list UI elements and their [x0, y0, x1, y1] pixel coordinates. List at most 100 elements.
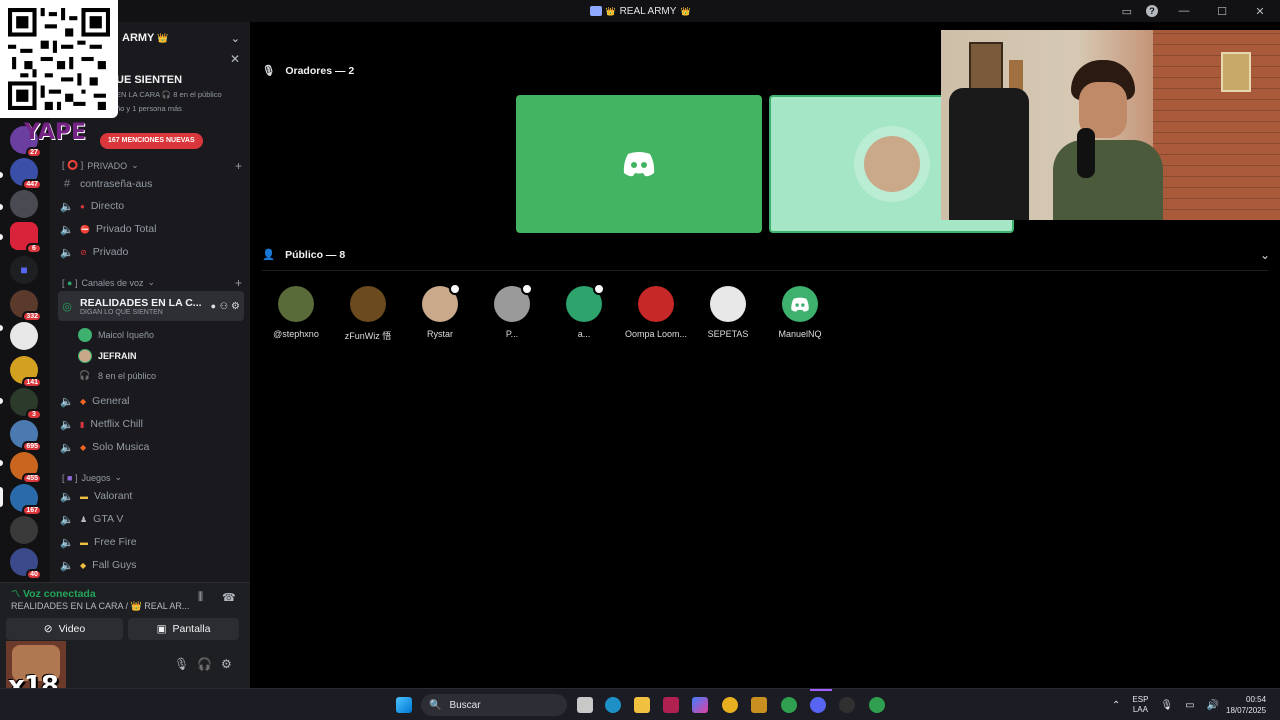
server-icon-5[interactable]: 332: [10, 290, 42, 322]
server-icon-7[interactable]: 141: [10, 356, 42, 388]
screen-share-icon: ▣: [156, 623, 167, 635]
windows-start-icon[interactable]: [396, 697, 412, 713]
category-privado[interactable]: [ ⭕ ] PRIVADO ⌄ +: [62, 159, 242, 173]
audience-member[interactable]: Rystar: [404, 283, 476, 339]
close-icon[interactable]: ✕: [230, 52, 240, 66]
selected-indicator: [0, 487, 3, 507]
chevron-down-icon[interactable]: ⌄: [1260, 248, 1270, 262]
obs-icon[interactable]: [839, 697, 855, 713]
audience-member[interactable]: ManuelNQ: [764, 286, 836, 339]
gear-icon[interactable]: ⚙: [221, 657, 232, 671]
server-icon-9[interactable]: 695: [10, 420, 42, 452]
disconnect-icon[interactable]: ☎: [222, 591, 236, 604]
speaker-icon: 🔈: [60, 395, 74, 408]
close-button[interactable]: ✕: [1248, 5, 1272, 18]
channel-directo[interactable]: 🔈 ● Directo: [58, 196, 244, 216]
help-icon[interactable]: ?: [1146, 5, 1158, 17]
edge-icon[interactable]: [605, 697, 621, 713]
microphone-icon[interactable]: 🎙: [174, 657, 189, 671]
server-icon-12[interactable]: [10, 516, 38, 544]
channel-netflix[interactable]: 🔈 ▮ Netflix Chill: [58, 414, 244, 434]
channel-freefire[interactable]: 🔈 ▬ Free Fire: [58, 532, 244, 552]
channel-gta[interactable]: 🔈 ♟ GTA V: [58, 509, 244, 529]
screen-share-button[interactable]: ▣ Pantalla: [128, 618, 239, 640]
discord-taskbar-icon[interactable]: [810, 697, 826, 713]
channel-fallguys[interactable]: 🔈 ◆ Fall Guys: [58, 555, 244, 575]
game-icon[interactable]: [751, 697, 767, 713]
file-explorer-icon[interactable]: [634, 697, 650, 713]
status-badge: [521, 283, 533, 295]
add-channel-icon[interactable]: +: [235, 276, 242, 290]
headphones-icon: 🎧: [79, 370, 91, 380]
voice-audience[interactable]: 🎧 8 en el público: [78, 370, 156, 381]
maximize-button[interactable]: ☐: [1210, 5, 1234, 18]
new-mentions-pill[interactable]: 167 MENCIONES NUEVAS: [100, 133, 203, 149]
audience-member[interactable]: Oompa Loom...: [620, 286, 692, 339]
chrome-icon-3[interactable]: [869, 697, 885, 713]
server-icon-4[interactable]: 6: [10, 222, 42, 254]
audience-member[interactable]: SEPETAS: [692, 286, 764, 339]
add-channel-icon[interactable]: +: [235, 159, 242, 173]
add-user-icon[interactable]: ⚇: [220, 301, 228, 312]
channel-topic: DIGAN LO QUE SIENTEN: [80, 308, 163, 316]
audience-member[interactable]: @stephxno: [260, 286, 332, 339]
channel-realidades[interactable]: ◎ REALIDADES EN LA C... DIGAN LO QUE SIE…: [58, 291, 244, 321]
server-icon-2[interactable]: 447: [10, 158, 42, 190]
clock[interactable]: 00:54 18/07/2025: [1226, 689, 1266, 720]
network-icon[interactable]: ▭: [1185, 700, 1194, 711]
server-icon-13[interactable]: 40: [10, 548, 42, 580]
audience-member[interactable]: zFunWiz 悟: [332, 286, 404, 342]
chrome-icon[interactable]: [722, 697, 738, 713]
server-icon-10[interactable]: 455: [10, 452, 42, 484]
server-icon-11[interactable]: 167: [10, 484, 42, 516]
chevron-down-icon[interactable]: ⌄: [231, 32, 240, 45]
taskbar-search[interactable]: 🔍 Buscar: [421, 694, 567, 716]
copilot-icon[interactable]: [692, 697, 708, 713]
minimize-button[interactable]: —: [1172, 5, 1196, 17]
chrome-icon-2[interactable]: [781, 697, 797, 713]
status-badge: [449, 283, 461, 295]
category-juegos[interactable]: [ ■ ] Juegos ⌄: [62, 472, 242, 483]
folder-icon[interactable]: ■: [10, 256, 38, 284]
taskbar: 🔍 Buscar ⌃ ESP LAA 🎙 ▭ 🔊 00:54 18/07/202…: [0, 688, 1280, 720]
mention-badge: 3: [26, 409, 42, 420]
speaker-tile-1[interactable]: [516, 95, 762, 233]
server-icon-3[interactable]: [10, 190, 38, 218]
channel-contrasena[interactable]: # contraseña-aus: [58, 174, 244, 194]
channel-valorant[interactable]: 🔈 ▬ Valorant: [58, 486, 244, 506]
server-icon-8[interactable]: 3: [10, 388, 42, 420]
brick-wall: [1153, 30, 1280, 220]
microphone-icon[interactable]: 🎙: [1160, 700, 1173, 711]
video-button[interactable]: ⊘ Video: [6, 618, 123, 640]
gun-icon: ▬: [80, 537, 88, 547]
member-name: ManuelNQ: [778, 329, 822, 339]
channel-general[interactable]: 🔈 ◆ General: [58, 391, 244, 411]
server-icon-6[interactable]: [10, 322, 38, 350]
video-label: Video: [58, 623, 86, 635]
noise-suppression-icon[interactable]: ⫼: [198, 591, 203, 604]
gear-icon[interactable]: ⚙: [231, 301, 240, 312]
audience-member[interactable]: P...: [476, 283, 548, 339]
language-indicator[interactable]: ESP LAA: [1132, 695, 1148, 715]
channel-solo-musica[interactable]: 🔈 ◆ Solo Musica: [58, 437, 244, 457]
category-voz[interactable]: [ ● ] Canales de voz ⌄ +: [62, 276, 242, 290]
audience-member[interactable]: a...: [548, 283, 620, 339]
channel-privado-total[interactable]: 🔈 ⛔ Privado Total: [58, 219, 244, 239]
voice-user-2[interactable]: JEFRAIN: [78, 349, 137, 363]
yape-logo: YAPE: [24, 120, 87, 145]
inbox-icon[interactable]: ▭: [1122, 5, 1132, 18]
person-body: [1053, 140, 1163, 220]
task-view-icon[interactable]: [577, 697, 593, 713]
chat-icon[interactable]: ●: [211, 301, 216, 311]
channel-text: REALIDADES EN LA C... DIGAN LO QUE SIENT…: [80, 297, 202, 316]
chevron-up-icon[interactable]: ⌃: [1112, 700, 1120, 711]
volume-icon[interactable]: 🔊: [1207, 700, 1219, 711]
headphones-icon[interactable]: 🎧: [197, 657, 212, 671]
channel-privado[interactable]: 🔈 ⊘ Privado: [58, 242, 244, 262]
voice-channel-link[interactable]: REALIDADES EN LA CARA / 👑 REAL AR...: [11, 601, 191, 612]
app-icon[interactable]: [663, 697, 679, 713]
voice-connection-panel: 〽 Voz conectada REALIDADES EN LA CARA / …: [0, 582, 250, 702]
voice-user-1[interactable]: Maicol Iqueño: [78, 328, 154, 342]
event-banner[interactable]: ✕ UE SIENTEN EN LA CARA 🎧 8 en el públic…: [116, 52, 246, 113]
mention-badge: 27: [26, 147, 42, 158]
